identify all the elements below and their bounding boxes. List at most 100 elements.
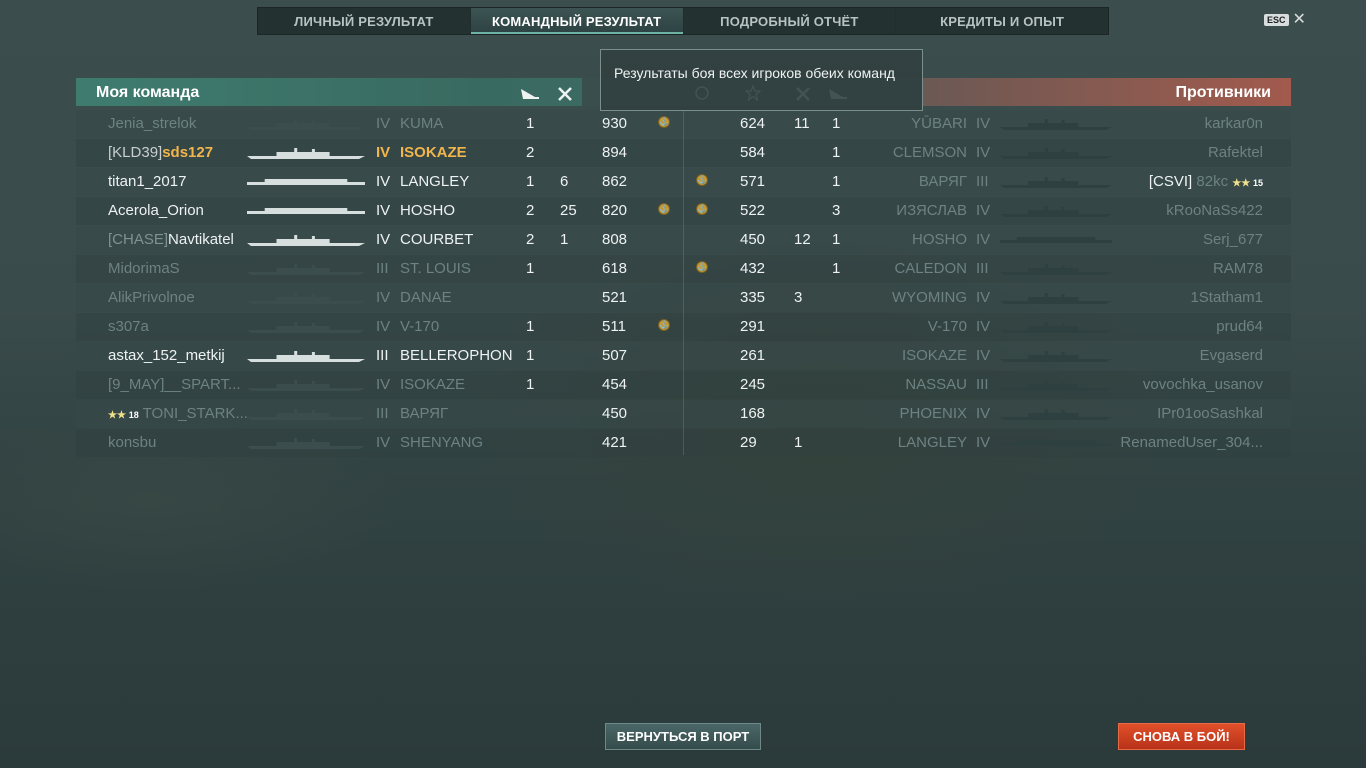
medal-icon: ⚓ — [696, 261, 708, 273]
stat-kills: 25 — [560, 202, 577, 219]
ship-silhouette-icon — [1000, 147, 1112, 159]
ally-player[interactable]: astax_152_metkij — [108, 347, 225, 365]
ship-name: KUMA — [400, 115, 444, 132]
ship-name: LANGLEY — [897, 434, 967, 451]
player-name: [9_MAY]__SPART... — [108, 376, 241, 393]
ship-silhouette-icon — [1000, 379, 1112, 391]
ship-tier: IV — [376, 434, 391, 451]
ship-name: PHOENIX — [899, 405, 967, 422]
enemy-player[interactable]: vovochka_usanov — [1143, 376, 1263, 394]
ship-name: YŪBARI — [911, 115, 967, 132]
enemy-player[interactable]: IPr01ooSashkal — [1157, 405, 1263, 423]
tab-credits-xp[interactable]: КРЕДИТЫ И ОПЫТ — [896, 8, 1108, 34]
ship-silhouette-icon — [247, 147, 365, 159]
player-name: karkar0n — [1204, 115, 1263, 132]
base-xp: 454 — [602, 376, 628, 393]
enemy-player[interactable]: 1Statham1 — [1190, 289, 1263, 307]
ship-name: SHENYANG — [400, 434, 484, 451]
esc-key-label: ESC — [1264, 14, 1289, 26]
ship-tier: IV — [376, 173, 391, 190]
tooltip: Результаты боя всех игроков обеих команд — [600, 49, 923, 111]
rank-badge: ★★ 15 — [1232, 178, 1263, 189]
ship-name: ИЗЯСЛАВ — [896, 202, 967, 219]
ally-player[interactable]: Jenia_strelok — [108, 115, 196, 133]
base-xp: 894 — [602, 144, 628, 161]
enemy-player[interactable]: RenamedUser_304... — [1120, 434, 1263, 452]
ship-silhouette-icon — [1000, 437, 1112, 449]
ally-player[interactable]: MidorimaS — [108, 260, 180, 278]
player-name: kRooNaSs422 — [1166, 202, 1263, 219]
player-clan: [CSVI] — [1148, 173, 1193, 190]
ship-tier: IV — [376, 202, 391, 219]
stat-kills: 1 — [794, 434, 803, 451]
base-xp: 930 — [602, 115, 628, 132]
player-clan: [CHASE] — [108, 231, 169, 248]
ally-player[interactable]: [KLD39]sds127 — [108, 144, 213, 162]
battle-again-button[interactable]: СНОВА В БОЙ! — [1118, 723, 1245, 750]
ally-player[interactable]: [9_MAY]__SPART... — [108, 376, 241, 394]
base-xp: 584 — [740, 144, 766, 161]
tab-personal-result[interactable]: ЛИЧНЫЙ РЕЗУЛЬТАТ — [258, 8, 471, 34]
ship-silhouette-icon — [247, 234, 365, 246]
ship-name: HOSHO — [400, 202, 456, 219]
ship-silhouette-icon — [1000, 408, 1112, 420]
player-name: titan1_2017 — [108, 173, 187, 190]
base-xp: 291 — [740, 318, 766, 335]
base-xp: 335 — [740, 289, 766, 306]
close-icon[interactable]: ✕ — [1293, 12, 1306, 28]
stat-planes: 1 — [832, 144, 841, 161]
enemy-player[interactable]: kRooNaSs422 — [1166, 202, 1263, 220]
close-control[interactable]: ESC ✕ — [1264, 12, 1306, 28]
ship-name: BELLEROPHON — [400, 347, 513, 364]
stat-planes: 1 — [526, 347, 535, 364]
ship-name: HOSHO — [911, 231, 967, 248]
stat-planes: 1 — [832, 260, 841, 277]
ally-player[interactable]: [CHASE]Navtikatel — [108, 231, 234, 249]
enemy-player[interactable]: Evgaserd — [1200, 347, 1263, 365]
base-xp: 862 — [602, 173, 628, 190]
enemy-player[interactable]: RAM78 — [1213, 260, 1263, 278]
ship-tier: III — [976, 376, 989, 393]
ship-tier: IV — [376, 115, 391, 132]
tab-team-result[interactable]: КОМАНДНЫЙ РЕЗУЛЬТАТ — [470, 8, 684, 34]
ally-player[interactable]: ★★ 18 TONI_STARK... — [108, 405, 248, 425]
medal-icon: ⚓ — [658, 203, 670, 215]
ship-tier: IV — [976, 289, 991, 306]
stat-planes: 2 — [526, 231, 535, 248]
base-xp: 618 — [602, 260, 628, 277]
enemy-player[interactable]: Rafektel — [1208, 144, 1263, 162]
enemy-player[interactable]: prud64 — [1216, 318, 1263, 336]
player-name: konsbu — [108, 434, 157, 451]
base-xp: 522 — [740, 202, 766, 219]
ally-player[interactable]: konsbu — [108, 434, 156, 452]
player-name: prud64 — [1216, 318, 1263, 335]
enemy-player[interactable]: Serj_677 — [1203, 231, 1263, 249]
base-xp: 808 — [602, 231, 628, 248]
player-name: Jenia_strelok — [108, 115, 197, 132]
ship-tier: IV — [976, 318, 991, 335]
return-to-port-button[interactable]: ВЕРНУТЬСЯ В ПОРТ — [605, 723, 761, 750]
ship-name: ВАРЯГ — [918, 173, 967, 190]
result-tabs: ЛИЧНЫЙ РЕЗУЛЬТАТ КОМАНДНЫЙ РЕЗУЛЬТАТ ПОД… — [257, 7, 1109, 35]
enemy-player[interactable]: karkar0n — [1205, 115, 1263, 133]
ally-player[interactable]: Acerola_Orion — [108, 202, 204, 220]
enemy-player[interactable]: [CSVI] 82kc ★★ 15 — [1149, 173, 1263, 193]
tab-detailed-report[interactable]: ПОДРОБНЫЙ ОТЧЁТ — [684, 8, 897, 34]
ship-tier: III — [976, 260, 989, 277]
ship-silhouette-icon — [1000, 205, 1112, 217]
ship-tier: IV — [976, 347, 991, 364]
stat-kills: 11 — [794, 115, 810, 132]
ship-silhouette-icon — [247, 292, 365, 304]
ally-player[interactable]: titan1_2017 — [108, 173, 186, 191]
ally-player[interactable]: AlikPrivolnoe — [108, 289, 195, 307]
base-xp: 624 — [740, 115, 766, 132]
stat-planes: 1 — [832, 231, 841, 248]
ship-silhouette-icon — [247, 408, 365, 420]
cross-icon — [558, 87, 572, 101]
medal-icon: ⚓ — [696, 203, 708, 215]
player-name: Serj_677 — [1202, 231, 1263, 248]
ship-silhouette-icon — [1000, 292, 1112, 304]
ship-tier: III — [376, 405, 389, 422]
ship-silhouette-icon — [247, 118, 365, 130]
ally-player[interactable]: s307a — [108, 318, 149, 336]
